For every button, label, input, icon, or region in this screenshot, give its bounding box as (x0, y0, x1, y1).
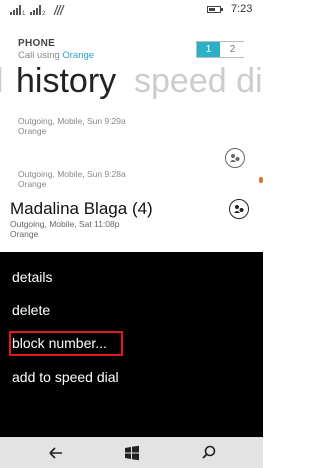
line-1-button[interactable]: 1 (197, 42, 220, 57)
call-meta: Outgoing, Mobile, Sun 9:29a (18, 116, 126, 126)
call-carrier: Orange (18, 126, 47, 136)
pivot-speed-dial[interactable]: speed dia (134, 62, 263, 101)
contact-name: Madalina Blaga (4) (10, 199, 153, 219)
highlight-box (9, 331, 123, 356)
clock: 7:23 (231, 3, 253, 15)
contact-card-icon[interactable] (229, 199, 249, 219)
subtitle-prefix: Call using (18, 50, 60, 61)
navigation-bar (0, 437, 263, 468)
call-count: (4) (131, 199, 153, 218)
back-arrow-icon[interactable] (46, 443, 66, 463)
selected-call-entry[interactable]: Madalina Blaga (4) Outgoing, Mobile, Sat… (10, 199, 153, 239)
windows-start-icon[interactable] (122, 443, 142, 463)
call-meta: Outgoing, Mobile, Sat 11:08p (10, 219, 120, 229)
battery-icon (207, 6, 221, 13)
context-menu: details delete block number... add to sp… (0, 252, 263, 437)
pivot-headers: l history speed dia (0, 62, 263, 104)
call-entry[interactable]: Outgoing, Mobile, Sun 9:28a Orange (18, 169, 126, 189)
call-carrier: Orange (10, 229, 39, 239)
subtitle: Call using Orange (18, 50, 94, 61)
call-entry[interactable]: Outgoing, Mobile, Sun 9:29a Orange (18, 116, 126, 136)
signal-1-label: 1 (22, 11, 26, 17)
line-2-button[interactable]: 2 (221, 42, 244, 57)
search-icon[interactable] (199, 443, 219, 463)
signal-2-label: 2 (42, 11, 46, 17)
pivot-previous[interactable]: l (0, 62, 4, 101)
menu-item-details[interactable]: details (12, 269, 52, 285)
status-bar: 1 2 7:23 (0, 0, 263, 20)
subtitle-carrier-link[interactable]: Orange (62, 50, 94, 61)
scroll-indicator (259, 177, 263, 183)
contact-card-icon[interactable] (225, 148, 245, 168)
pivot-history[interactable]: history (16, 62, 116, 101)
wifi-icon (53, 4, 65, 16)
contact-name-text: Madalina Blaga (10, 199, 128, 218)
app-title: PHONE (18, 38, 56, 49)
call-carrier: Orange (18, 179, 47, 189)
line-selector[interactable]: 1 2 (196, 41, 244, 58)
menu-item-add-to-speed-dial[interactable]: add to speed dial (12, 369, 119, 385)
battery-tip (221, 8, 223, 11)
call-meta: Outgoing, Mobile, Sun 9:28a (18, 169, 126, 179)
menu-item-delete[interactable]: delete (12, 302, 50, 318)
